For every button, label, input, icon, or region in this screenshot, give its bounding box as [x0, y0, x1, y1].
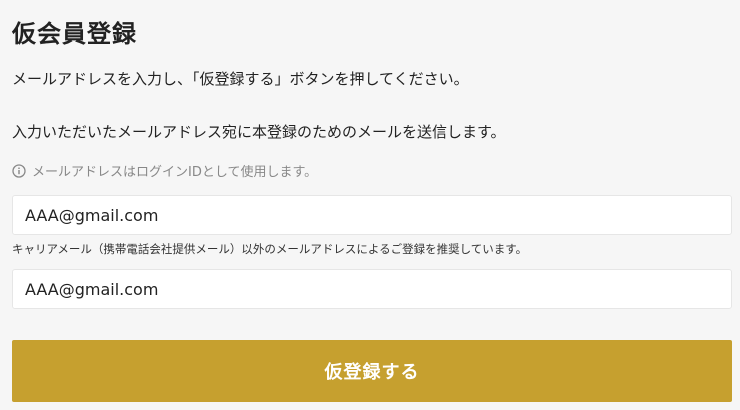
- login-id-note: メールアドレスはログインIDとして使用します。: [12, 161, 317, 180]
- info-circle-icon: [12, 163, 26, 178]
- provisional-register-button[interactable]: 仮登録する: [12, 340, 732, 402]
- page-title: 仮会員登録: [12, 20, 137, 48]
- instruction-text-1: メールアドレスを入力し、「仮登録する」ボタンを押してください。: [12, 70, 469, 88]
- login-id-note-text: メールアドレスはログインIDとして使用します。: [32, 165, 318, 180]
- carrier-mail-note: キャリアメール（携帯電話会社提供メール）以外のメールアドレスによるご登録を推奨し…: [12, 242, 528, 256]
- email-input[interactable]: [12, 195, 732, 235]
- email-confirm-input[interactable]: [12, 269, 732, 309]
- instruction-text-2: 入力いただいたメールアドレス宛に本登録のためのメールを送信します。: [12, 123, 506, 141]
